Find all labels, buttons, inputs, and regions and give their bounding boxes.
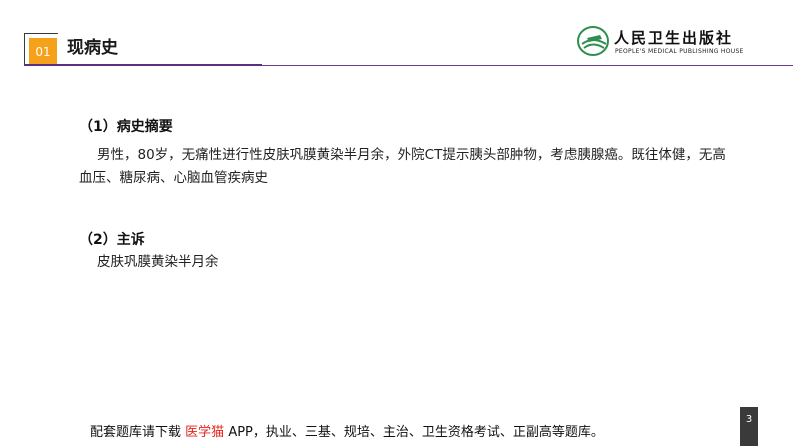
section-heading-chief-complaint: （2）主诉 (79, 232, 145, 248)
chief-complaint-text: 皮肤巩膜黄染半月余 (97, 254, 219, 270)
page-number: 3 (740, 407, 758, 446)
publisher-name-cn: 人民卫生出版社 (614, 29, 734, 47)
book-emblem-icon (577, 26, 609, 56)
publisher-name-en: PEOPLE'S MEDICAL PUBLISHING HOUSE (615, 48, 744, 55)
history-summary-text: 男性，80岁，无痛性进行性皮肤巩膜黄染半月余，外院CT提示胰头部肿物，考虑胰腺癌… (79, 147, 726, 186)
header-rule-accent (24, 64, 262, 66)
section-heading-history-summary: （1）病史摘要 (79, 119, 173, 135)
footer-app-name: 医学猫 (185, 425, 225, 440)
footer-suffix: APP，执业、三基、规培、主治、卫生资格考试、正副高等题库。 (228, 425, 604, 440)
footer-prefix: 配套题库请下载 (90, 425, 182, 440)
slide-header: 01 现病史 人民卫生出版社 PEOPLE'S MEDICAL PUBLISHI… (0, 0, 793, 70)
footer-note: 配套题库请下载 医学猫 APP，执业、三基、规培、主治、卫生资格考试、正副高等题… (90, 421, 604, 440)
header-rule (262, 64, 793, 66)
section-number-badge: 01 (29, 38, 57, 65)
section-title: 现病史 (67, 38, 118, 58)
publisher-logo: 人民卫生出版社 PEOPLE'S MEDICAL PUBLISHING HOUS… (576, 24, 766, 60)
